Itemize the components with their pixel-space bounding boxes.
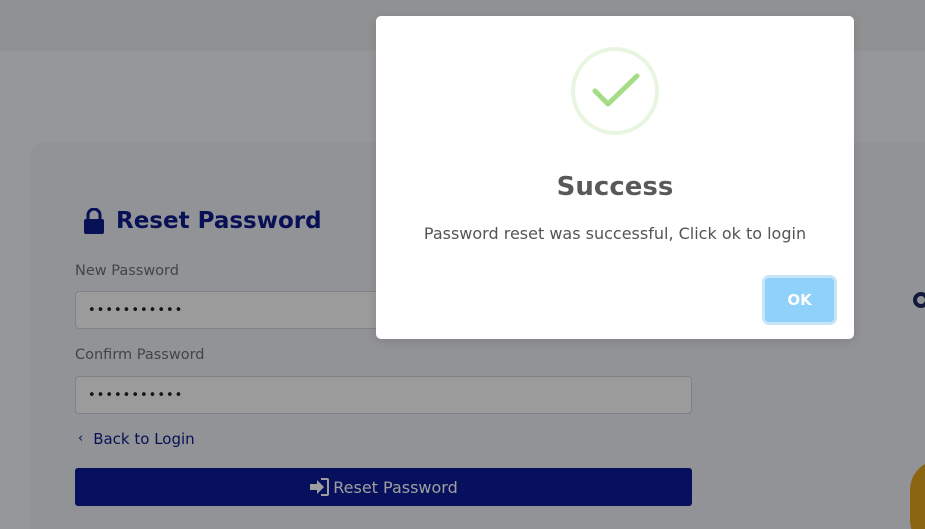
dialog-message: Password reset was successful, Click ok …: [423, 224, 807, 243]
dialog-title: Success: [556, 172, 674, 202]
success-check-icon: [592, 73, 640, 107]
success-dialog: Success Password reset was successful, C…: [376, 16, 854, 339]
success-icon-circle: [571, 47, 659, 135]
ok-button[interactable]: OK: [765, 278, 834, 322]
